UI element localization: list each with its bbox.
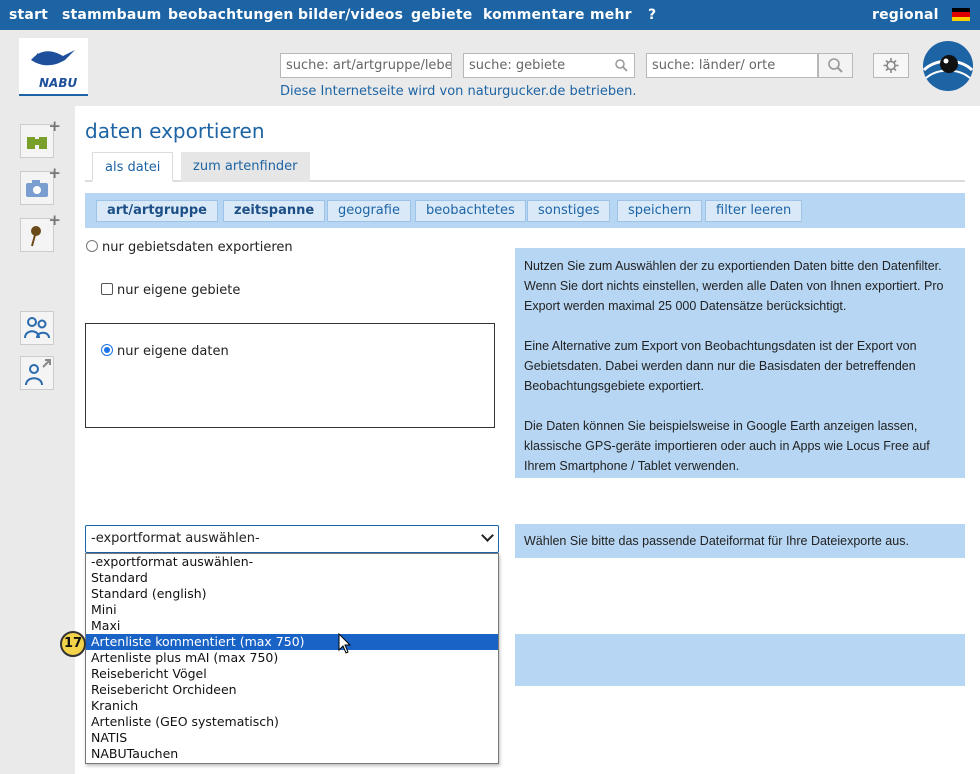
nav-gebiete[interactable]: gebiete	[411, 7, 472, 23]
gear-icon	[883, 58, 899, 73]
dropdown-option[interactable]: Artenliste plus mAI (max 750)	[86, 650, 498, 666]
nav-bilder-videos[interactable]: bilder/videos	[298, 7, 403, 23]
search-button[interactable]	[818, 53, 853, 78]
export-info-panel: Nutzen Sie zum Auswählen der zu exportie…	[515, 248, 965, 478]
logo-text: NABU	[39, 76, 78, 90]
user-arrow-icon	[25, 359, 51, 386]
species-search-placeholder: suche: art/artgruppe/leber	[286, 58, 452, 73]
eye-icon	[922, 41, 974, 91]
dropdown-option[interactable]: Artenliste (GEO systematisch)	[86, 714, 498, 730]
nabu-logo[interactable]: NABU	[19, 38, 88, 96]
dropdown-option[interactable]: Kranich	[86, 698, 498, 714]
area-data-only-radio[interactable]	[86, 240, 98, 252]
filter-sonstiges[interactable]: sonstiges	[527, 200, 611, 222]
format-hint-text: Wählen Sie bitte das passende Dateiforma…	[524, 534, 909, 548]
add-media-button[interactable]: +	[20, 164, 61, 205]
own-areas-label: nur eigene gebiete	[117, 283, 241, 298]
own-data-label: nur eigene daten	[117, 344, 229, 359]
page-title: daten exportieren	[85, 119, 265, 143]
own-data-option[interactable]: nur eigene daten	[101, 344, 229, 359]
nav-beobachtungen[interactable]: beobachtungen	[168, 7, 294, 23]
tab-als-datei[interactable]: als datei	[92, 152, 174, 182]
dropdown-option-highlighted[interactable]: Artenliste kommentiert (max 750)	[86, 634, 498, 650]
nav-regional[interactable]: regional	[872, 7, 939, 23]
bird-logo-icon	[31, 50, 75, 66]
add-area-button[interactable]: +	[20, 211, 61, 252]
filter-beobachtetes[interactable]: beobachtetes	[415, 200, 526, 222]
chevron-down-icon	[481, 529, 494, 542]
dropdown-option[interactable]: -exportformat auswählen-	[86, 554, 498, 570]
areas-search-input[interactable]: suche: gebiete	[463, 53, 635, 78]
nav-help[interactable]: ?	[648, 7, 656, 23]
info-paragraph-1: Nutzen Sie zum Auswählen der zu exportie…	[524, 259, 944, 313]
species-search-input[interactable]: suche: art/artgruppe/leber	[280, 53, 452, 78]
tab-zum-artenfinder[interactable]: zum artenfinder	[181, 152, 310, 182]
dropdown-option[interactable]: Reisebericht Vögel	[86, 666, 498, 682]
area-data-only-label: nur gebietsdaten exportieren	[102, 240, 293, 255]
export-format-dropdown[interactable]: -exportformat auswählen- Standard Standa…	[85, 553, 499, 764]
data-filter-bar: art/artgruppe zeitspanne geografie beoba…	[85, 193, 965, 228]
plus-icon: +	[48, 211, 61, 229]
places-search-input[interactable]: suche: länder/ orte	[646, 53, 818, 78]
own-areas-checkbox[interactable]	[101, 283, 113, 295]
nav-stammbaum[interactable]: stammbaum	[62, 7, 161, 23]
areas-search-placeholder: suche: gebiete	[469, 58, 566, 73]
own-areas-option[interactable]: nur eigene gebiete	[101, 283, 240, 298]
community-button[interactable]	[20, 311, 54, 345]
filter-speichern[interactable]: speichern	[617, 200, 703, 222]
dropdown-option[interactable]: NATIS	[86, 730, 498, 746]
filter-leeren[interactable]: filter leeren	[705, 200, 803, 222]
dropdown-option[interactable]: Standard (english)	[86, 586, 498, 602]
filter-art-artgruppe[interactable]: art/artgruppe	[96, 200, 218, 222]
mouse-cursor-icon	[338, 633, 352, 654]
search-icon[interactable]	[615, 59, 628, 72]
step-marker: 17	[60, 631, 86, 657]
dropdown-option[interactable]: NABUTauchen	[86, 746, 498, 762]
dropdown-option[interactable]: Mini	[86, 602, 498, 618]
own-data-radio[interactable]	[101, 344, 113, 356]
people-icon	[24, 317, 50, 339]
naturgucker-eye-logo[interactable]	[922, 40, 974, 92]
settings-button[interactable]	[873, 53, 909, 78]
info-paragraph-3: Die Daten können Sie beispielsweise in G…	[524, 419, 930, 473]
dropdown-option[interactable]: Reisebericht Orchideen	[86, 682, 498, 698]
add-observation-button[interactable]: +	[20, 117, 61, 158]
places-search-placeholder: suche: länder/ orte	[652, 58, 776, 73]
filter-geografie[interactable]: geografie	[327, 200, 411, 222]
top-navigation: start stammbaum beobachtungen bilder/vid…	[0, 0, 980, 30]
format-hint-panel: Wählen Sie bitte das passende Dateiforma…	[515, 524, 965, 558]
info-bar	[515, 634, 965, 686]
nav-mehr[interactable]: mehr	[590, 7, 632, 23]
own-data-box: nur eigene daten	[85, 323, 495, 428]
dropdown-option[interactable]: Maxi	[86, 618, 498, 634]
export-format-value: -exportformat auswählen-	[91, 531, 260, 546]
dropdown-option[interactable]: Standard	[86, 570, 498, 586]
plus-icon: +	[48, 164, 61, 182]
info-paragraph-2: Eine Alternative zum Export von Beobacht…	[524, 339, 917, 393]
nav-start[interactable]: start	[9, 7, 48, 23]
nav-kommentare[interactable]: kommentare	[483, 7, 585, 23]
profile-link-button[interactable]	[20, 356, 54, 390]
export-format-select[interactable]: -exportformat auswählen-	[85, 525, 499, 553]
area-data-only-option[interactable]: nur gebietsdaten exportieren	[86, 240, 293, 255]
site-header: NABU suche: art/artgruppe/leber suche: g…	[0, 30, 980, 106]
german-flag-icon[interactable]	[952, 8, 970, 21]
search-icon	[828, 58, 843, 73]
plus-icon: +	[48, 117, 61, 135]
filter-zeitspanne[interactable]: zeitspanne	[223, 200, 326, 222]
site-tagline: Diese Internetseite wird von naturgucker…	[280, 84, 637, 99]
